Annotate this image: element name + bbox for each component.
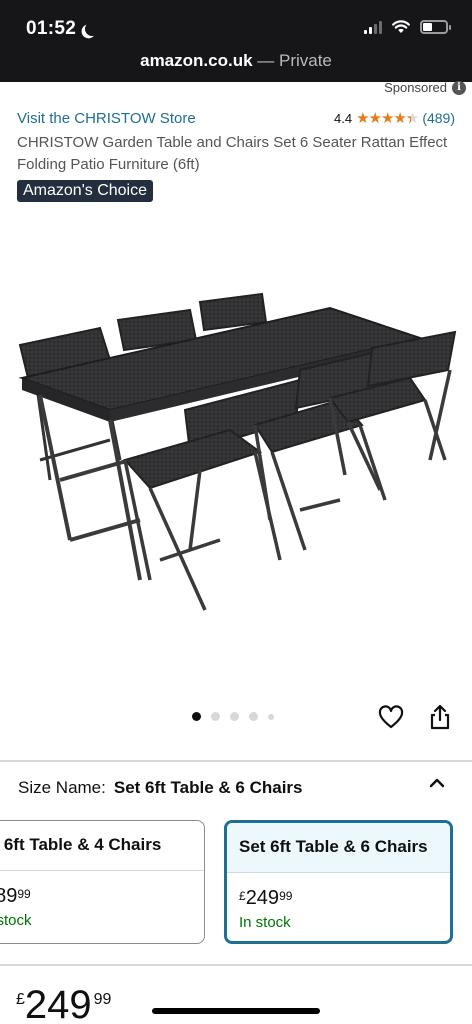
info-icon[interactable]: i (452, 80, 466, 95)
private-mode-label: — Private (252, 51, 332, 70)
size-option-stock: n stock (0, 912, 32, 929)
carousel-dot[interactable] (230, 712, 239, 721)
price-whole: 189 (0, 885, 18, 907)
size-option-stock: In stock (239, 914, 291, 931)
rating-count[interactable]: (489) (422, 110, 455, 126)
price-fraction: 99 (93, 991, 112, 1008)
size-option-name: et 6ft Table & 4 Chairs (0, 821, 204, 871)
section-divider (0, 964, 472, 966)
rating-value: 4.4 (333, 110, 353, 126)
sponsored-label[interactable]: Sponsored i (384, 80, 466, 95)
table-legs (38, 394, 142, 581)
battery-icon (420, 20, 451, 34)
amazons-choice-badge: Amazon's Choice (17, 180, 153, 202)
rating[interactable]: 4.4 ★★★★★★ (489) (334, 109, 455, 127)
product-price: £ 249 99 (16, 985, 111, 1024)
image-carousel-dots[interactable] (192, 712, 274, 721)
price-fraction: 99 (17, 887, 31, 901)
share-icon[interactable] (428, 703, 452, 731)
size-option-price: £24999 (227, 873, 450, 910)
price-whole: 249 (24, 983, 92, 1024)
wifi-icon (392, 20, 410, 33)
carousel-dot[interactable] (268, 713, 274, 720)
size-option-price: 18999 (0, 871, 204, 908)
size-option-name: Set 6ft Table & 6 Chairs (227, 823, 450, 873)
product-image[interactable] (0, 220, 472, 690)
currency-symbol: £ (239, 889, 246, 903)
size-selected-value: Set 6ft Table & 6 Chairs (113, 778, 303, 797)
size-label: Size Name: (18, 778, 106, 797)
section-divider (0, 760, 472, 762)
size-option-table-6-chairs[interactable]: Set 6ft Table & 6 Chairs £24999 In stock (224, 820, 453, 944)
cellular-signal-icon (364, 20, 382, 34)
do-not-disturb-icon (83, 20, 101, 38)
size-name-row[interactable]: Size Name: Set 6ft Table & 6 Chairs (18, 778, 303, 798)
status-time: 01:52 (26, 18, 95, 40)
home-indicator[interactable] (152, 1008, 320, 1014)
clock-text: 01:52 (26, 18, 77, 39)
currency-symbol: £ (16, 991, 25, 1008)
price-whole: 249 (245, 887, 280, 909)
star-rating-icon: ★★★★★★ (356, 110, 419, 127)
browser-chrome: 01:52 amazon.co.uk — Private (0, 0, 472, 82)
sponsored-text: Sponsored (384, 80, 447, 95)
carousel-dot[interactable] (211, 712, 220, 721)
status-icons (364, 20, 451, 34)
address-bar[interactable]: amazon.co.uk — Private (0, 51, 472, 71)
carousel-dot[interactable] (192, 712, 201, 721)
price-fraction: 99 (279, 889, 293, 903)
chevron-up-icon[interactable] (428, 774, 446, 792)
url-host: amazon.co.uk (140, 51, 253, 70)
size-option-table-4-chairs[interactable]: et 6ft Table & 4 Chairs 18999 n stock (0, 820, 205, 944)
heart-icon[interactable] (378, 705, 404, 731)
store-link[interactable]: Visit the CHRISTOW Store (17, 110, 196, 127)
carousel-dot[interactable] (249, 712, 258, 721)
product-title: CHRISTOW Garden Table and Chairs Set 6 S… (17, 134, 448, 173)
